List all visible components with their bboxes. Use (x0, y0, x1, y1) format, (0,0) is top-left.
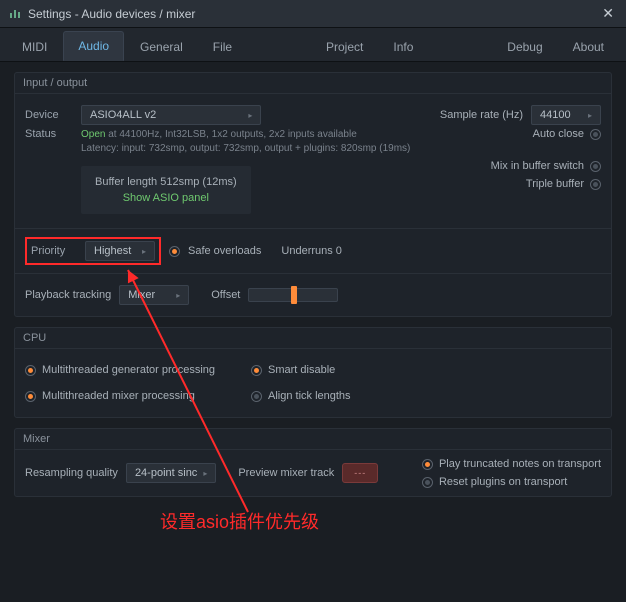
cpu-panel: CPU Multithreaded generator processing S… (14, 327, 612, 418)
priority-highlight: Priority Highest▸ (25, 237, 161, 265)
align-tick-label: Align tick lengths (268, 390, 351, 402)
tab-file[interactable]: File (199, 33, 246, 61)
device-dropdown[interactable]: ASIO4ALL v2▸ (81, 105, 261, 125)
app-icon (8, 7, 22, 21)
window-title: Settings - Audio devices / mixer (28, 7, 598, 21)
reset-plugins-label: Reset plugins on transport (439, 476, 567, 488)
tab-midi[interactable]: MIDI (8, 33, 61, 61)
mixer-panel: Mixer Resampling quality 24-point sinc▸ … (14, 428, 612, 497)
resampling-label: Resampling quality (25, 467, 118, 479)
auto-close-radio[interactable] (590, 129, 601, 140)
chevron-right-icon: ▸ (588, 111, 592, 120)
smart-disable-label: Smart disable (268, 364, 335, 376)
chevron-right-icon: ▸ (248, 111, 252, 120)
safe-overloads-label: Safe overloads (188, 245, 261, 257)
status-text: Open at 44100Hz, Int32LSB, 1x2 outputs, … (81, 128, 410, 156)
chevron-right-icon: ▸ (176, 291, 180, 300)
tab-audio[interactable]: Audio (63, 31, 124, 61)
reset-plugins-radio[interactable] (422, 477, 433, 488)
tab-bar: MIDI Audio General File Project Info Deb… (0, 28, 626, 62)
tab-general[interactable]: General (126, 33, 197, 61)
playback-tracking-dropdown[interactable]: Mixer▸ (119, 285, 189, 305)
chevron-right-icon: ▸ (142, 247, 146, 256)
close-button[interactable]: ✕ (598, 5, 618, 22)
priority-dropdown[interactable]: Highest▸ (85, 241, 155, 261)
slider-thumb[interactable] (291, 286, 297, 304)
show-asio-link[interactable]: Show ASIO panel (95, 192, 237, 204)
auto-close-label: Auto close (533, 128, 584, 140)
multi-gen-label: Multithreaded generator processing (42, 364, 215, 376)
playback-tracking-label: Playback tracking (25, 289, 111, 301)
multi-mix-label: Multithreaded mixer processing (42, 390, 195, 402)
buffer-box: Buffer length 512smp (12ms) Show ASIO pa… (81, 166, 251, 214)
tab-debug[interactable]: Debug (493, 33, 556, 61)
chevron-right-icon: ▸ (203, 469, 207, 478)
multi-gen-radio[interactable] (25, 365, 36, 376)
device-label: Device (25, 109, 73, 121)
play-truncated-label: Play truncated notes on transport (439, 458, 601, 470)
multi-mix-radio[interactable] (25, 391, 36, 402)
annotation-text: 设置asio插件优先级 (160, 508, 319, 534)
preview-track-button[interactable]: --- (342, 463, 378, 483)
underruns-text: Underruns 0 (281, 245, 342, 257)
io-header: Input / output (15, 73, 611, 94)
smart-disable-radio[interactable] (251, 365, 262, 376)
tab-project[interactable]: Project (312, 33, 377, 61)
offset-label: Offset (211, 289, 240, 301)
priority-label: Priority (31, 245, 79, 257)
offset-slider[interactable] (248, 288, 338, 302)
mix-buffer-radio[interactable] (590, 161, 601, 172)
preview-label: Preview mixer track (238, 467, 334, 479)
tab-info[interactable]: Info (379, 33, 427, 61)
buffer-length-text: Buffer length 512smp (12ms) (95, 176, 237, 188)
triple-buffer-label: Triple buffer (526, 178, 584, 190)
play-truncated-radio[interactable] (422, 459, 433, 470)
sample-rate-dropdown[interactable]: 44100▸ (531, 105, 601, 125)
triple-buffer-radio[interactable] (590, 179, 601, 190)
align-tick-radio[interactable] (251, 391, 262, 402)
tab-about[interactable]: About (559, 33, 618, 61)
status-label: Status (25, 128, 73, 140)
mixer-header: Mixer (15, 429, 611, 450)
io-panel: Input / output Device ASIO4ALL v2▸ Sampl… (14, 72, 612, 317)
safe-overloads-radio[interactable] (169, 246, 180, 257)
titlebar: Settings - Audio devices / mixer ✕ (0, 0, 626, 28)
resampling-dropdown[interactable]: 24-point sinc▸ (126, 463, 216, 483)
mix-buffer-label: Mix in buffer switch (491, 160, 584, 172)
sample-rate-label: Sample rate (Hz) (440, 109, 523, 121)
cpu-header: CPU (15, 328, 611, 349)
